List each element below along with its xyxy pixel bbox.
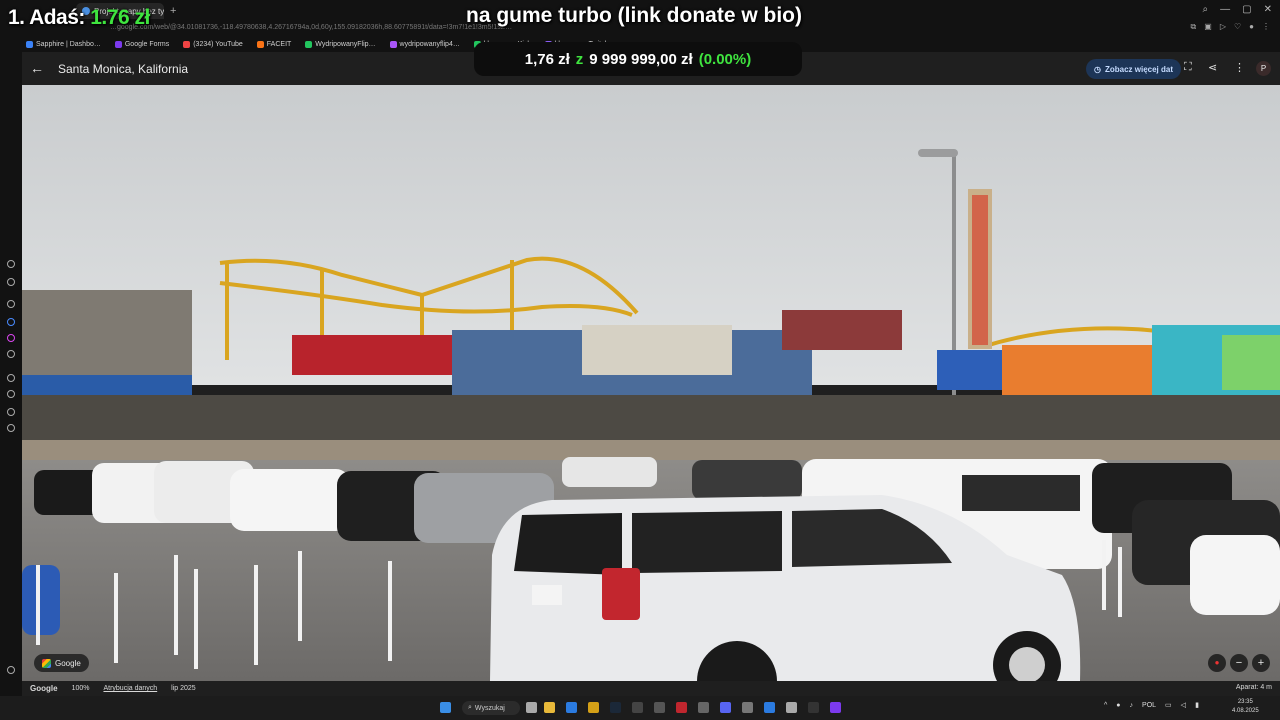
mic-icon[interactable]: ♪ xyxy=(1130,702,1134,709)
os-taskbar: ⌕ Wyszukaj ^ ● ♪ POL ▭ ◁ ▮ 23:35 4.08.20… xyxy=(0,696,1280,720)
taskbar-search-label: Wyszukaj xyxy=(474,704,505,712)
place-title: Santa Monica, Kalifornia xyxy=(58,62,189,76)
donate-banner: na gume turbo (link donate w bio) xyxy=(466,4,802,27)
bookmark-item[interactable]: Google Forms xyxy=(114,40,170,48)
bookmark-favicon-icon xyxy=(26,40,33,48)
street-view-panorama[interactable] xyxy=(22,85,1280,681)
obs-icon[interactable] xyxy=(654,702,665,713)
volume-icon[interactable]: ◁ xyxy=(1181,701,1186,709)
see-more-dates-label: Zobacz więcej dat xyxy=(1104,64,1174,74)
imagery-date: lip 2025 xyxy=(171,685,196,692)
tray-chevron-icon[interactable]: ^ xyxy=(1104,702,1107,709)
clock-icon[interactable] xyxy=(7,374,15,382)
camera-info: Aparat: 4 m xyxy=(1235,684,1272,691)
bookmark-label: Sapphire | Dashbo… xyxy=(36,40,101,48)
footer-google-logo: Google xyxy=(30,684,58,693)
bookmark-favicon-icon xyxy=(256,40,264,48)
goal-target: 9 999 999,00 zł xyxy=(589,50,693,68)
app-icon-1[interactable] xyxy=(588,702,599,713)
bookmark-item[interactable]: Sapphire | Dashbo… xyxy=(26,40,101,48)
share-icon[interactable]: ⋖ xyxy=(1208,61,1217,74)
store-icon[interactable] xyxy=(566,702,577,713)
google-logo-icon xyxy=(42,658,51,668)
clock-time: 23:35 xyxy=(1237,699,1253,705)
bookmark-label: FACEIT xyxy=(266,40,292,48)
avatar[interactable]: P xyxy=(1256,61,1271,76)
app-icon-3[interactable] xyxy=(698,702,709,713)
discord-icon[interactable] xyxy=(720,702,731,713)
messenger-icon[interactable] xyxy=(7,318,15,326)
attribution-link[interactable]: Atrybucja danych xyxy=(103,685,157,692)
app-icon-2[interactable] xyxy=(632,702,643,713)
goal-separator: z xyxy=(575,50,584,68)
system-tray: ^ ● ♪ POL ▭ ◁ ▮ xyxy=(1104,701,1199,710)
maps-footer: Google 100% Atrybucja danych lip 2025 Ap… xyxy=(22,681,1280,696)
history-clock-icon: ◷ xyxy=(1094,64,1101,74)
bookmark-favicon-icon xyxy=(183,40,191,48)
bookmark-item[interactable]: WydripowanyFlip… xyxy=(305,40,376,48)
record-icon[interactable]: ● xyxy=(1208,654,1226,672)
back-arrow-icon[interactable]: ← xyxy=(30,60,44,76)
start-icon[interactable] xyxy=(440,702,451,713)
bookmarks-icon[interactable] xyxy=(7,278,15,286)
donation-goal: 1,76 zł z 9 999 999,00 zł (0.00%) xyxy=(474,42,802,76)
app-icon-4[interactable] xyxy=(742,702,753,713)
bookmark-label: WydripowanyFlip… xyxy=(315,40,376,48)
chat-icon[interactable] xyxy=(7,408,15,416)
bookmark-label: wydripowanyflip4… xyxy=(399,40,460,48)
zoom-out-button[interactable]: − xyxy=(1230,654,1248,672)
instagram-icon[interactable] xyxy=(7,334,15,342)
app-icon-8[interactable] xyxy=(830,702,841,713)
chatgpt-icon[interactable] xyxy=(7,300,15,308)
battery-icon[interactable]: ▮ xyxy=(1195,701,1199,709)
app-icon-6[interactable] xyxy=(786,702,797,713)
more-icon[interactable] xyxy=(7,666,15,674)
opera-icon[interactable] xyxy=(676,702,687,713)
google-chip-label: Google xyxy=(55,658,81,668)
see-more-dates-button[interactable]: ◷ Zobacz więcej dat xyxy=(1086,59,1182,79)
tray-app-icon[interactable]: ● xyxy=(1116,702,1120,709)
goal-percent: (0.00%) xyxy=(698,50,752,68)
more-vert-icon[interactable]: ⋮ xyxy=(1234,61,1245,74)
search-icon: ⌕ xyxy=(468,704,472,711)
clock-date: 4.08.2025 xyxy=(1232,708,1259,714)
bookmark-item[interactable]: FACEIT xyxy=(256,40,292,48)
taskbar-search[interactable]: ⌕ Wyszukaj xyxy=(462,701,520,715)
bookmark-favicon-icon xyxy=(114,40,122,48)
network-icon[interactable]: ▭ xyxy=(1165,701,1172,709)
bookmark-label: (3234) YouTube xyxy=(193,40,243,48)
file-explorer-icon[interactable] xyxy=(544,702,555,713)
bookmark-item[interactable]: (3234) YouTube xyxy=(183,40,243,48)
zoom-controls: ● − + xyxy=(1208,654,1270,672)
settings-gear-icon[interactable] xyxy=(7,424,15,432)
steam-icon[interactable] xyxy=(610,702,621,713)
bookmark-label: Google Forms xyxy=(124,40,170,48)
google-chip[interactable]: Google xyxy=(34,654,89,672)
taskbar-clock[interactable]: 23:35 4.08.2025 xyxy=(1232,698,1259,716)
street-view-image xyxy=(22,85,1280,681)
lang-indicator[interactable]: POL xyxy=(1142,702,1156,709)
bookmark-favicon-icon xyxy=(389,40,397,48)
bookmark-item[interactable]: wydripowanyflip4… xyxy=(389,40,460,48)
zoom-in-button[interactable]: + xyxy=(1252,654,1270,672)
task-view-icon[interactable] xyxy=(526,702,537,713)
browser-side-panel xyxy=(0,52,22,696)
download-icon[interactable] xyxy=(7,390,15,398)
goal-current: 1,76 zł xyxy=(524,50,570,68)
fullscreen-icon[interactable]: ⛶ xyxy=(1184,61,1192,74)
app-icon-7[interactable] xyxy=(808,702,819,713)
history-icon[interactable] xyxy=(7,260,15,268)
footer-zoom: 100% xyxy=(71,685,90,692)
bookmark-favicon-icon xyxy=(305,40,313,48)
app-icon-5[interactable] xyxy=(764,702,775,713)
tiktok-icon[interactable] xyxy=(7,350,15,358)
